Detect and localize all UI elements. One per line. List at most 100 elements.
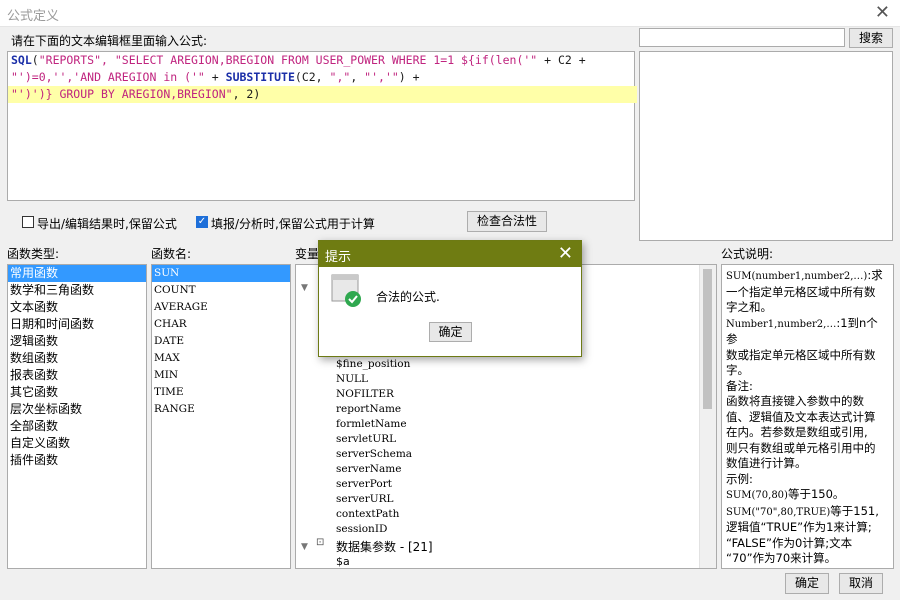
editor-token: ,	[350, 70, 365, 84]
variable-item[interactable]: serverPort	[336, 478, 392, 490]
description-text: 字。	[726, 363, 749, 377]
editor-token: "')=0,'','AND AREGION in ('"	[11, 70, 205, 84]
editor-token: "REPORTS", "SELECT AREGION,BREGION FROM …	[38, 53, 538, 67]
function-name-item[interactable]: DATE	[152, 333, 290, 350]
editor-token: "')')} GROUP BY AREGION,BREGION"	[11, 87, 233, 101]
search-button[interactable]: 搜索	[849, 28, 893, 48]
function-type-item[interactable]: 逻辑函数	[8, 333, 146, 350]
description-line: 示例:	[726, 472, 889, 488]
title-bar: 公式定义 ✕	[0, 0, 900, 27]
search-result-panel	[639, 51, 893, 241]
function-type-item[interactable]: 全部函数	[8, 418, 146, 435]
function-name-item[interactable]: RANGE	[152, 401, 290, 418]
function-type-item[interactable]: 数学和三角函数	[8, 282, 146, 299]
function-name-item[interactable]: AVERAGE	[152, 299, 290, 316]
function-type-item[interactable]: 插件函数	[8, 452, 146, 469]
function-type-item[interactable]: 文本函数	[8, 299, 146, 316]
description-text: :求	[867, 268, 883, 282]
description-line: 值、逻辑值及文本表达式计算	[726, 410, 889, 426]
variable-item[interactable]: serverURL	[336, 493, 394, 505]
validation-dialog: 提示 ✕ 合法的公式. 确定	[318, 240, 582, 357]
collapse-arrow-icon[interactable]: ▼	[301, 542, 308, 552]
function-name-item[interactable]: SUN	[152, 265, 290, 282]
variable-item[interactable]: $a	[336, 555, 350, 568]
function-name-item[interactable]: COUNT	[152, 282, 290, 299]
validate-button[interactable]: 检查合法性	[467, 211, 547, 232]
variable-item[interactable]: reportName	[336, 403, 401, 415]
description-text: 在内。若参数是数组或引用,	[726, 425, 868, 439]
editor-line[interactable]: SQL("REPORTS", "SELECT AREGION,BREGION F…	[8, 52, 637, 69]
editor-token: , 2)	[232, 87, 261, 101]
description-text: 函数将直接键入参数中的数	[726, 394, 864, 408]
description-text: 字之和。	[726, 300, 772, 314]
editor-token: ","	[329, 70, 351, 84]
variable-item[interactable]: NOFILTER	[336, 388, 394, 400]
description-line: 一个指定单元格区域中所有数	[726, 285, 889, 301]
variable-item[interactable]: serverSchema	[336, 448, 412, 460]
description-line: 函数将直接键入参数中的数	[726, 394, 889, 410]
function-type-item[interactable]: 日期和时间函数	[8, 316, 146, 333]
keep-formula-export-label: 导出/编辑结果时,保留公式	[37, 217, 177, 231]
function-name-item[interactable]: CHAR	[152, 316, 290, 333]
close-icon[interactable]: ✕	[875, 2, 890, 23]
success-icon	[331, 274, 361, 307]
search-input[interactable]	[639, 28, 845, 47]
variable-item[interactable]: formletName	[336, 418, 407, 430]
description-line: “70”作为70来计算。	[726, 551, 889, 567]
description-line: 字之和。	[726, 300, 889, 316]
description-code: SUM("70",80,TRUE)	[726, 506, 831, 518]
description-line: SUM(70,80)等于150。	[726, 487, 889, 504]
cancel-button[interactable]: 取消	[839, 573, 883, 594]
function-type-item[interactable]: 自定义函数	[8, 435, 146, 452]
function-type-item[interactable]: 数组函数	[8, 350, 146, 367]
variable-item[interactable]: $fine_position	[336, 358, 410, 370]
description-line: Number1,number2,…:1到n个参	[726, 316, 889, 348]
ok-button[interactable]: 确定	[785, 573, 829, 594]
formula-editor[interactable]: SQL("REPORTS", "SELECT AREGION,BREGION F…	[7, 51, 637, 201]
function-types-header: 函数类型:	[7, 247, 60, 261]
function-name-item[interactable]: MAX	[152, 350, 290, 367]
variable-item[interactable]: NULL	[336, 373, 368, 385]
function-type-item[interactable]: 其它函数	[8, 384, 146, 401]
function-name-item[interactable]: TIME	[152, 384, 290, 401]
description-text: 示例:	[726, 471, 753, 486]
description-text: 数值进行计算。	[726, 456, 807, 470]
function-types-list: 常用函数 数学和三角函数 文本函数 日期和时间函数 逻辑函数 数组函数 报表函数 其它函数 层次…	[7, 264, 147, 569]
collapse-arrow-icon[interactable]: ▼	[301, 283, 308, 293]
scrollbar-thumb[interactable]	[703, 269, 712, 409]
keep-formula-export-checkbox[interactable]	[22, 216, 34, 228]
dialog-message: 合法的公式.	[376, 290, 440, 304]
description-text: 值、逻辑值及文本表达式计算	[726, 409, 876, 424]
description-line: 字。	[726, 363, 889, 379]
tree-node-icon: ⊡	[316, 537, 325, 548]
function-names-list: SUN COUNT AVERAGE CHAR DATE MAX MIN TIME RANGE	[151, 264, 291, 569]
function-type-item[interactable]: 常用函数	[8, 265, 146, 282]
dialog-title: 提示	[325, 250, 352, 265]
description-line: 逻辑值“TRUE”作为1来计算;	[726, 520, 889, 536]
description-text: 备注:	[726, 378, 753, 393]
variable-item[interactable]: sessionID	[336, 523, 387, 535]
description-line: 数值进行计算。	[726, 456, 889, 472]
variable-item[interactable]: contextPath	[336, 508, 399, 520]
function-type-item[interactable]: 层次坐标函数	[8, 401, 146, 418]
keep-formula-fill-checkbox[interactable]: ✓	[196, 216, 208, 228]
variable-item[interactable]: servletURL	[336, 433, 396, 445]
editor-token: "','"	[364, 70, 399, 84]
variables-scrollbar[interactable]	[699, 265, 716, 568]
variable-item[interactable]: serverName	[336, 463, 401, 475]
description-text: 逻辑值“TRUE”作为1来计算;	[726, 520, 872, 534]
description-line: 则只有数组或单元格引用中的	[726, 441, 889, 457]
dialog-ok-button[interactable]: 确定	[429, 322, 472, 342]
function-name-item[interactable]: MIN	[152, 367, 290, 384]
dataset-params-node[interactable]: 数据集参数 - [21]	[336, 538, 433, 555]
dialog-close-icon[interactable]: ✕	[558, 243, 573, 264]
editor-line[interactable]: "')')} GROUP BY AREGION,BREGION", 2)	[8, 86, 637, 103]
function-type-item[interactable]: 报表函数	[8, 367, 146, 384]
function-names-header: 函数名:	[151, 247, 192, 261]
editor-line[interactable]: "')=0,'','AND AREGION in ('" + SUBSTITUT…	[8, 69, 637, 86]
description-line: SUM(number1,number2,…):求	[726, 268, 889, 285]
variables-header: 变量	[295, 247, 320, 261]
description-text: 则只有数组或单元格引用中的	[726, 440, 876, 455]
description-header: 公式说明:	[721, 247, 774, 261]
description-text: 等于150。	[787, 487, 845, 501]
